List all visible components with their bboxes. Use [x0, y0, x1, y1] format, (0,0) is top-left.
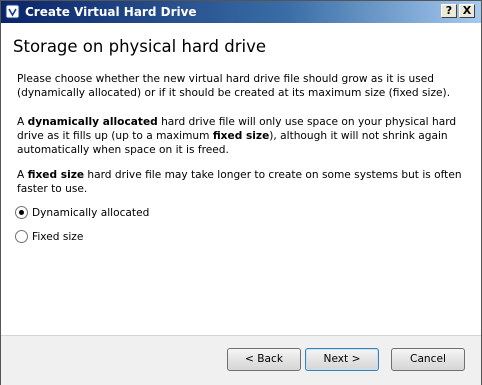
radio-button[interactable] — [15, 205, 28, 219]
dialog-window: Create Virtual Hard Drive ? X Storage on… — [0, 0, 482, 385]
fixed-explanation-paragraph: A fixed size hard drive file may take lo… — [17, 168, 469, 196]
help-button[interactable]: ? — [441, 4, 457, 18]
dynamic-explanation-paragraph: A dynamically allocated hard drive file … — [17, 115, 469, 157]
option-label[interactable]: Dynamically allocated — [32, 207, 149, 219]
radio-selected-dot — [19, 209, 24, 215]
window-title: Create Virtual Hard Drive — [25, 5, 197, 19]
bold-term: fixed size — [27, 169, 85, 181]
button-bar: < Back Next > Cancel — [1, 335, 481, 385]
page-heading: Storage on physical hard drive — [13, 37, 267, 56]
title-bar[interactable]: Create Virtual Hard Drive ? X — [1, 1, 481, 23]
text: hard drive file may take longer to creat… — [17, 169, 462, 195]
fixed-size-option[interactable]: Fixed size — [15, 229, 83, 244]
option-label[interactable]: Fixed size — [32, 231, 83, 243]
text: A — [17, 116, 28, 128]
dynamically-allocated-option[interactable]: Dynamically allocated — [15, 205, 149, 220]
text: A — [17, 169, 28, 181]
bold-term: dynamically allocated — [27, 116, 158, 128]
back-button[interactable]: < Back — [227, 348, 301, 371]
close-button[interactable]: X — [459, 4, 475, 18]
next-button[interactable]: Next > — [305, 348, 379, 371]
bold-term: fixed size — [212, 130, 270, 142]
wizard-content: Storage on physical hard drive Please ch… — [1, 23, 481, 335]
radio-button[interactable] — [15, 229, 28, 243]
cancel-button[interactable]: Cancel — [391, 348, 465, 371]
virtualbox-icon — [5, 4, 20, 19]
description-paragraph: Please choose whether the new virtual ha… — [17, 73, 451, 99]
